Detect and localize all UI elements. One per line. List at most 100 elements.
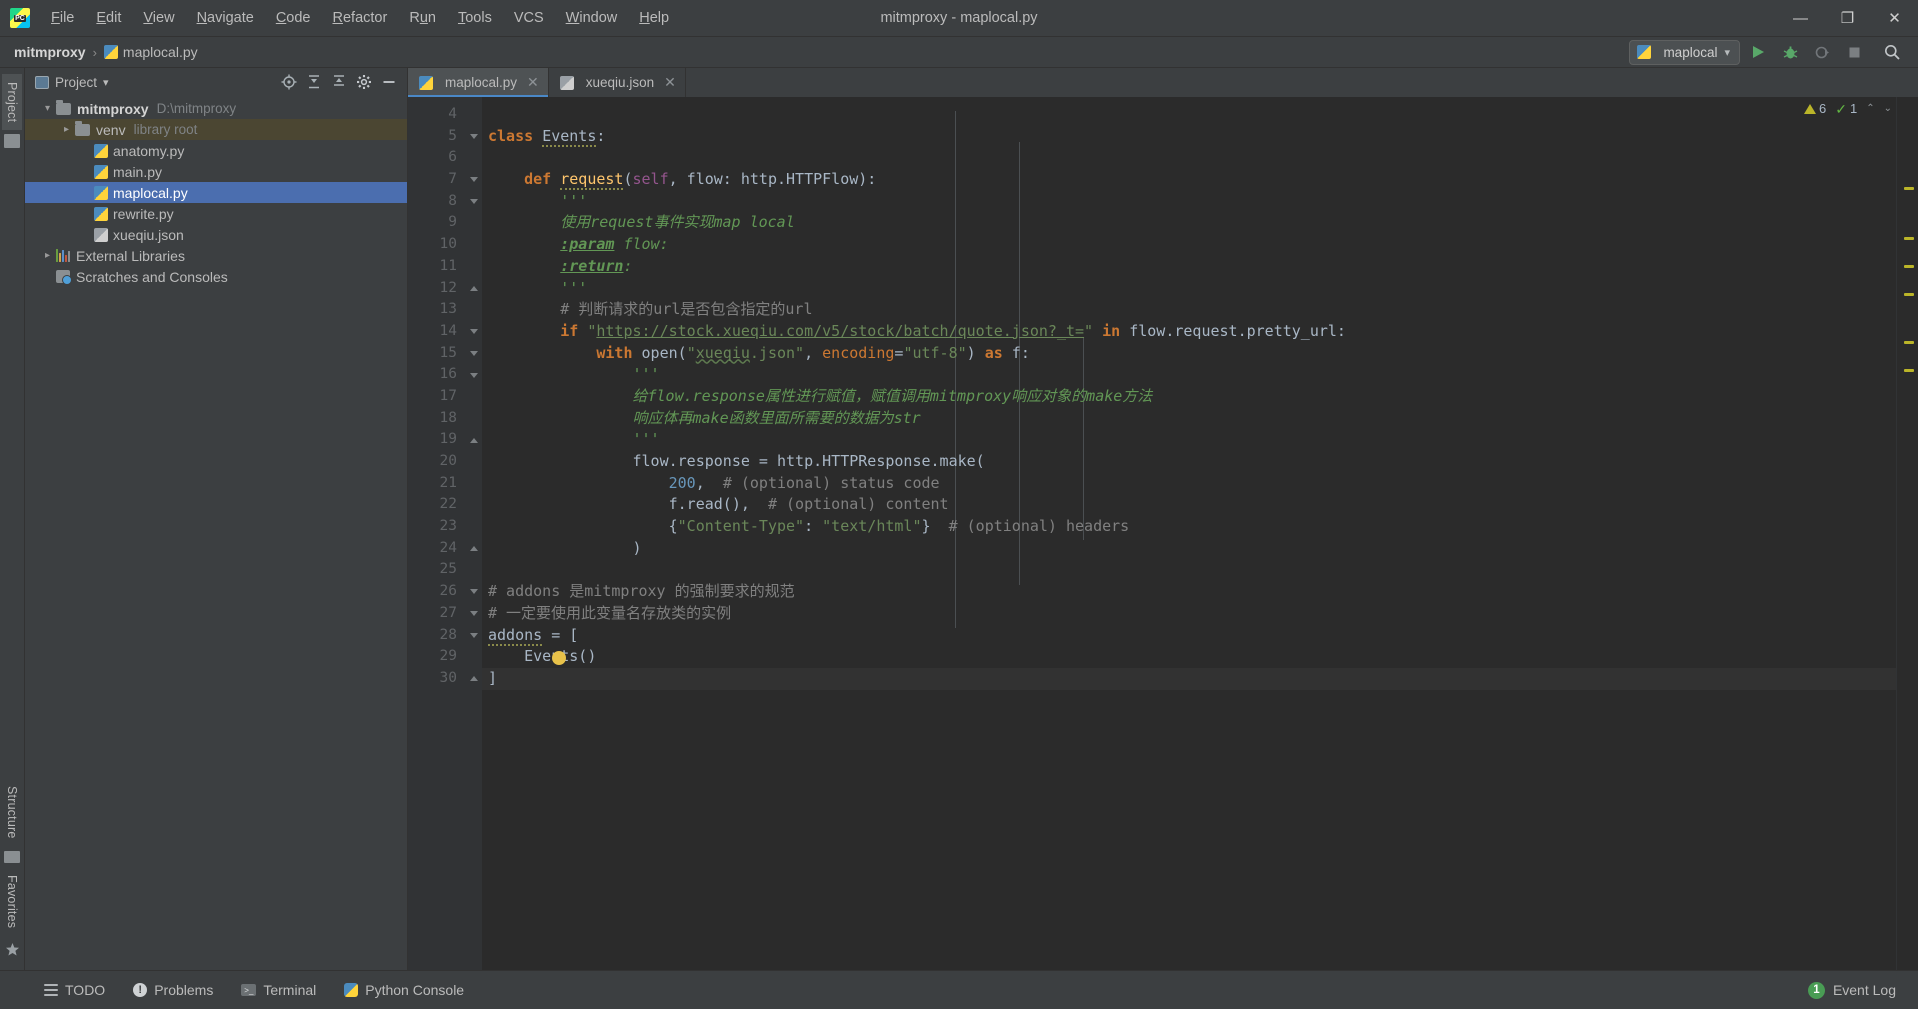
close-button[interactable]: ✕ <box>1871 0 1918 37</box>
tree-expand-arrow-icon[interactable]: ▸ <box>58 124 75 135</box>
code-line[interactable]: if "https://stock.xueqiu.com/v5/stock/ba… <box>482 321 1896 343</box>
code-line[interactable] <box>482 104 1896 126</box>
favorites-star-icon[interactable] <box>5 942 20 962</box>
code-line[interactable] <box>482 147 1896 169</box>
inspection-marker[interactable] <box>1904 293 1914 296</box>
tree-node-maplocal-py[interactable]: maplocal.py <box>25 182 407 203</box>
fold-marker[interactable] <box>465 191 482 213</box>
run-icon[interactable] <box>1744 39 1772 65</box>
status-item-problems[interactable]: ! Problems <box>119 978 227 1002</box>
menu-item-run[interactable]: Run <box>398 6 447 30</box>
structure-icon[interactable] <box>4 850 20 863</box>
chevron-up-icon[interactable]: ⌃ <box>1866 103 1874 114</box>
code-line[interactable]: # 一定要使用此变量名存放类的实例 <box>482 603 1896 625</box>
tree-node-mitmproxy[interactable]: ▾ mitmproxy D:\mitmproxy <box>25 98 407 119</box>
maximize-button[interactable]: ❐ <box>1824 0 1871 37</box>
code-line[interactable]: ''' <box>482 429 1896 451</box>
status-item-todo[interactable]: TODO <box>30 978 119 1002</box>
status-item-python-console[interactable]: Python Console <box>330 978 478 1002</box>
code-line[interactable]: flow.response = http.HTTPResponse.make( <box>482 451 1896 473</box>
code-line[interactable] <box>482 559 1896 581</box>
breadcrumb-project[interactable]: mitmproxy <box>14 44 86 60</box>
menu-item-file[interactable]: File <box>40 6 85 30</box>
close-tab-icon[interactable]: ✕ <box>664 74 676 91</box>
editor-tab-xueqiu-json[interactable]: xueqiu.json ✕ <box>549 68 686 97</box>
code-content[interactable]: class Events: def request(self, flow: ht… <box>482 97 1896 970</box>
inspection-marker-gutter[interactable] <box>1896 97 1918 970</box>
tree-expand-arrow-icon[interactable]: ▾ <box>39 103 56 114</box>
chevron-down-icon[interactable]: ⌄ <box>1884 103 1892 114</box>
menu-item-navigate[interactable]: Navigate <box>186 6 265 30</box>
menu-item-help[interactable]: Help <box>628 6 680 30</box>
code-line[interactable]: :param flow: <box>482 234 1896 256</box>
code-line[interactable]: Events() <box>482 646 1896 668</box>
tree-node-xueqiu-json[interactable]: xueqiu.json <box>25 224 407 245</box>
breadcrumb-file[interactable]: maplocal.py <box>103 44 198 60</box>
tree-node-anatomy-py[interactable]: anatomy.py <box>25 140 407 161</box>
fold-marker[interactable] <box>465 668 482 690</box>
code-line[interactable]: 使用request事件实现map local <box>482 212 1896 234</box>
ok-count-group[interactable]: ✓ 1 <box>1835 101 1857 116</box>
code-line[interactable]: {"Content-Type": "text/html"} # (optiona… <box>482 516 1896 538</box>
inspection-marker[interactable] <box>1904 265 1914 268</box>
inspection-marker[interactable] <box>1904 341 1914 344</box>
fold-marker[interactable] <box>465 321 482 343</box>
fold-marker[interactable] <box>465 581 482 603</box>
tree-node-main-py[interactable]: main.py <box>25 161 407 182</box>
fold-marker[interactable] <box>465 429 482 451</box>
menu-item-window[interactable]: Window <box>555 6 629 30</box>
fold-marker[interactable] <box>465 625 482 647</box>
code-line[interactable]: ''' <box>482 191 1896 213</box>
inspection-marker[interactable] <box>1904 187 1914 190</box>
code-line[interactable]: 给flow.response属性进行赋值，赋值调用mitmproxy响应对象的m… <box>482 386 1896 408</box>
stop-icon[interactable] <box>1840 39 1868 65</box>
code-line[interactable]: def request(self, flow: http.HTTPFlow): <box>482 169 1896 191</box>
fold-marker[interactable] <box>465 169 482 191</box>
event-log-label[interactable]: Event Log <box>1833 982 1896 998</box>
fold-marker[interactable] <box>465 126 482 148</box>
fold-marker[interactable] <box>465 538 482 560</box>
tree-node-venv[interactable]: ▸ venv library root <box>25 119 407 140</box>
code-line[interactable]: f.read(), # (optional) content <box>482 494 1896 516</box>
collapse-all-icon[interactable] <box>327 70 351 94</box>
code-line[interactable]: addons = [ <box>482 625 1896 647</box>
warning-count-group[interactable]: 6 <box>1804 101 1826 116</box>
code-line[interactable]: :return: <box>482 256 1896 278</box>
code-line[interactable]: ''' <box>482 278 1896 300</box>
intention-bulb-icon[interactable] <box>552 650 566 665</box>
rail-tab-structure[interactable]: Structure <box>2 778 22 847</box>
fold-marker[interactable] <box>465 278 482 300</box>
expand-all-icon[interactable] <box>302 70 326 94</box>
inspection-marker[interactable] <box>1904 369 1914 372</box>
close-tab-icon[interactable]: ✕ <box>527 74 539 91</box>
menu-item-view[interactable]: View <box>132 6 185 30</box>
rail-tab-favorites[interactable]: Favorites <box>2 867 22 936</box>
code-line[interactable]: with open("xueqiu.json", encoding="utf-8… <box>482 343 1896 365</box>
menu-item-refactor[interactable]: Refactor <box>322 6 399 30</box>
tree-node-rewrite-py[interactable]: rewrite.py <box>25 203 407 224</box>
menu-item-edit[interactable]: Edit <box>85 6 132 30</box>
code-line[interactable]: ] <box>482 667 1896 690</box>
code-line[interactable]: # 判断请求的url是否包含指定的url <box>482 299 1896 321</box>
menu-item-code[interactable]: Code <box>265 6 322 30</box>
tree-node-scratches-and-consoles[interactable]: Scratches and Consoles <box>25 266 407 287</box>
code-line[interactable]: class Events: <box>482 126 1896 148</box>
coverage-icon[interactable] <box>1808 39 1836 65</box>
fold-marker[interactable] <box>465 603 482 625</box>
code-line[interactable]: 200, # (optional) status code <box>482 473 1896 495</box>
structure-rail-folder-icon[interactable] <box>4 134 20 149</box>
rail-tab-project[interactable]: Project <box>2 74 22 131</box>
code-folding-gutter[interactable] <box>465 97 482 970</box>
fold-marker[interactable] <box>465 364 482 386</box>
code-line[interactable]: ) <box>482 538 1896 560</box>
code-line[interactable]: # addons 是mitmproxy 的强制要求的规范 <box>482 581 1896 603</box>
tree-node-external-libraries[interactable]: ▸ External Libraries <box>25 245 407 266</box>
minimize-button[interactable]: — <box>1777 0 1824 37</box>
fold-marker[interactable] <box>465 343 482 365</box>
run-configuration-selector[interactable]: maplocal ▾ <box>1629 39 1740 65</box>
debug-icon[interactable] <box>1776 39 1804 65</box>
menu-item-tools[interactable]: Tools <box>447 6 503 30</box>
inspection-marker[interactable] <box>1904 237 1914 240</box>
code-line[interactable]: 响应体再make函数里面所需要的数据为str <box>482 408 1896 430</box>
settings-gear-icon[interactable] <box>352 70 376 94</box>
